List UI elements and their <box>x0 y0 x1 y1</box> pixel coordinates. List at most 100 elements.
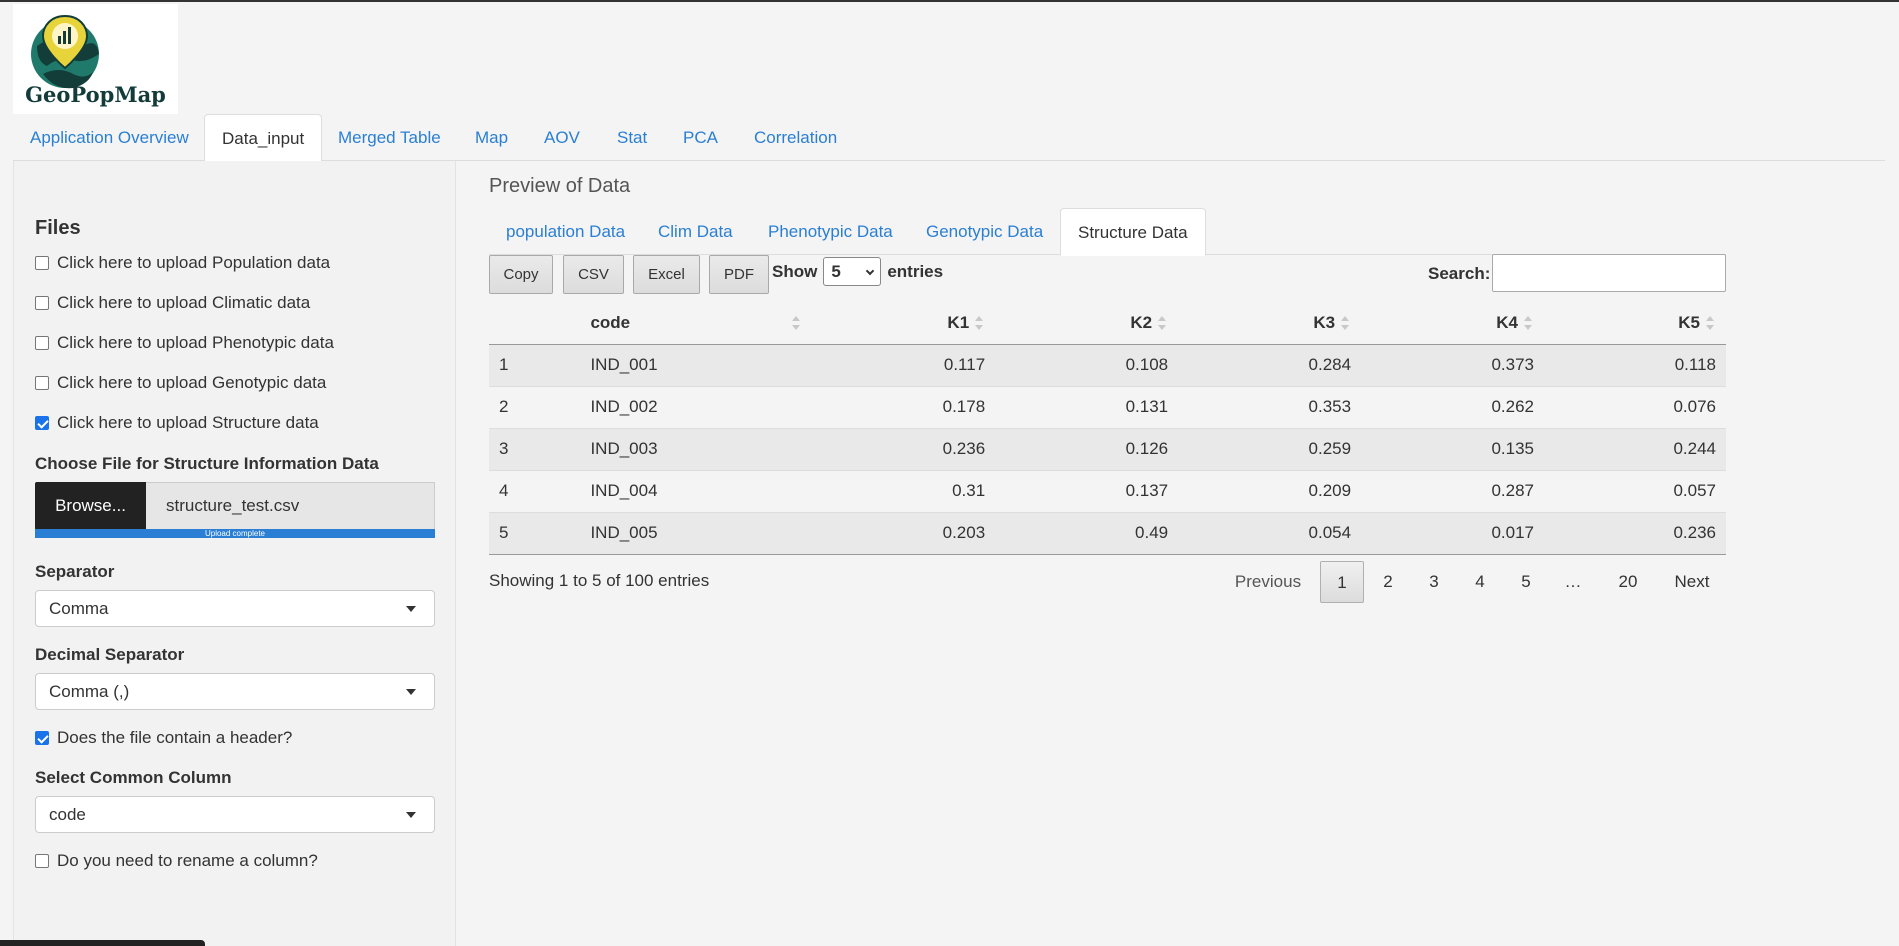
page-button-20[interactable]: 20 <box>1604 561 1652 603</box>
entries-label: entries <box>887 261 944 281</box>
decimal-separator-select[interactable]: Comma (,) <box>35 673 435 710</box>
page-button-1[interactable]: 1 <box>1320 561 1364 603</box>
separator-select[interactable]: Comma <box>35 590 435 627</box>
tab-aov[interactable]: AOV <box>527 114 597 161</box>
tab-merged-table[interactable]: Merged Table <box>321 114 458 161</box>
pdf-button[interactable]: PDF <box>709 255 769 294</box>
status-bar <box>0 940 205 946</box>
file-name-field[interactable]: structure_test.csv <box>146 482 435 530</box>
upload-genotypic-checkbox[interactable]: Click here to upload Genotypic data <box>35 371 326 395</box>
column-header-k2[interactable]: K2 <box>995 302 1179 345</box>
row-index-cell: 4 <box>489 469 579 512</box>
code-cell: IND_003 <box>578 427 813 470</box>
table-info: Showing 1 to 5 of 100 entries <box>489 571 710 590</box>
tab-genotypic-data[interactable]: Genotypic Data <box>909 208 1060 255</box>
code-cell: IND_005 <box>578 511 813 555</box>
tab-pca[interactable]: PCA <box>666 114 735 161</box>
structure-data-table: code K1 K2 K3 K4 K5 1 IND_001 0.117 0.10… <box>489 302 1726 555</box>
column-header-k5[interactable]: K5 <box>1544 302 1726 345</box>
checkbox-label: Click here to upload Structure data <box>57 413 319 432</box>
k4-cell: 0.135 <box>1361 427 1545 470</box>
header-checkbox[interactable]: Does the file contain a header? <box>35 726 292 750</box>
csv-button[interactable]: CSV <box>563 255 624 294</box>
search-label: Search: <box>1428 264 1491 283</box>
table-row[interactable]: 4 IND_004 0.31 0.137 0.209 0.287 0.057 <box>489 469 1726 512</box>
row-index-cell: 5 <box>489 511 579 555</box>
k4-cell: 0.017 <box>1361 511 1545 555</box>
checkbox-icon[interactable] <box>35 376 49 390</box>
sort-icon <box>975 316 984 331</box>
app-logo: GeoPopMap <box>13 4 178 114</box>
tab-clim-data[interactable]: Clim Data <box>641 208 750 255</box>
page-length-value: 5 <box>831 262 841 281</box>
tab-stat[interactable]: Stat <box>600 114 664 161</box>
checkbox-icon[interactable] <box>35 296 49 310</box>
checkbox-icon[interactable] <box>35 854 49 868</box>
code-cell: IND_001 <box>578 343 813 386</box>
k1-cell: 0.178 <box>812 385 996 428</box>
upload-phenotypic-checkbox[interactable]: Click here to upload Phenotypic data <box>35 331 334 355</box>
page-button-3[interactable]: 3 <box>1412 561 1456 603</box>
column-header-k4[interactable]: K4 <box>1361 302 1545 345</box>
k3-cell: 0.259 <box>1178 427 1362 470</box>
tab-phenotypic-data[interactable]: Phenotypic Data <box>751 208 910 255</box>
upload-structure-checkbox[interactable]: Click here to upload Structure data <box>35 411 319 435</box>
k2-cell: 0.126 <box>995 427 1179 470</box>
tab-application-overview[interactable]: Application Overview <box>13 114 206 161</box>
k1-cell: 0.117 <box>812 343 996 386</box>
caret-down-icon <box>406 606 416 612</box>
excel-button[interactable]: Excel <box>633 255 700 294</box>
k1-cell: 0.203 <box>812 511 996 555</box>
column-header-k1[interactable]: K1 <box>812 302 996 345</box>
tab-map[interactable]: Map <box>458 114 525 161</box>
k3-cell: 0.353 <box>1178 385 1362 428</box>
main-nav-tabs: Application Overview Data_input Merged T… <box>13 114 1885 162</box>
browse-button[interactable]: Browse... <box>35 482 146 530</box>
page-ellipsis: … <box>1564 572 1582 591</box>
copy-button[interactable]: Copy <box>489 255 553 294</box>
column-header-k3[interactable]: K3 <box>1178 302 1362 345</box>
checkbox-label: Does the file contain a header? <box>57 728 293 747</box>
k3-cell: 0.209 <box>1178 469 1362 512</box>
upload-climatic-checkbox[interactable]: Click here to upload Climatic data <box>35 291 310 315</box>
decimal-separator-label: Decimal Separator <box>35 645 185 664</box>
checkbox-icon[interactable] <box>35 336 49 350</box>
caret-down-icon <box>406 689 416 695</box>
table-row[interactable]: 2 IND_002 0.178 0.131 0.353 0.262 0.076 <box>489 385 1726 428</box>
tab-correlation[interactable]: Correlation <box>737 114 854 161</box>
common-column-select[interactable]: code <box>35 796 435 833</box>
rename-column-checkbox[interactable]: Do you need to rename a column? <box>35 849 318 873</box>
table-row[interactable]: 3 IND_003 0.236 0.126 0.259 0.135 0.244 <box>489 427 1726 470</box>
checkbox-checked-icon[interactable] <box>35 416 49 430</box>
k5-cell: 0.244 <box>1544 427 1726 470</box>
checkbox-checked-icon[interactable] <box>35 731 49 745</box>
common-column-value: code <box>49 805 86 824</box>
next-page-button[interactable]: Next <box>1660 561 1724 603</box>
caret-down-icon <box>406 812 416 818</box>
column-header-index[interactable] <box>489 302 579 345</box>
upload-progress-bar: Upload complete <box>35 529 435 538</box>
page-length-control: Show 5 entries <box>772 257 943 286</box>
page-button-2[interactable]: 2 <box>1366 561 1410 603</box>
code-cell: IND_004 <box>578 469 813 512</box>
file-input[interactable]: Browse... structure_test.csv <box>35 482 435 530</box>
preview-title: Preview of Data <box>489 175 631 197</box>
column-header-code[interactable]: code <box>578 302 813 345</box>
table-row[interactable]: 1 IND_001 0.117 0.108 0.284 0.373 0.118 <box>489 343 1726 386</box>
page-length-select[interactable]: 5 <box>823 257 882 286</box>
table-header-row: code K1 K2 K3 K4 K5 <box>489 302 1726 345</box>
k2-cell: 0.131 <box>995 385 1179 428</box>
page-button-4[interactable]: 4 <box>1458 561 1502 603</box>
k1-cell: 0.236 <box>812 427 996 470</box>
tab-structure-data[interactable]: Structure Data <box>1060 208 1206 256</box>
previous-page-button[interactable]: Previous <box>1223 561 1313 603</box>
k5-cell: 0.057 <box>1544 469 1726 512</box>
search-input[interactable] <box>1492 254 1726 292</box>
page-button-5[interactable]: 5 <box>1504 561 1548 603</box>
upload-population-checkbox[interactable]: Click here to upload Population data <box>35 251 330 275</box>
tab-population-data[interactable]: population Data <box>489 208 642 255</box>
table-row[interactable]: 5 IND_005 0.203 0.49 0.054 0.017 0.236 <box>489 511 1726 555</box>
chevron-down-icon <box>866 266 875 276</box>
checkbox-icon[interactable] <box>35 256 49 270</box>
tab-data-input[interactable]: Data_input <box>204 114 323 162</box>
